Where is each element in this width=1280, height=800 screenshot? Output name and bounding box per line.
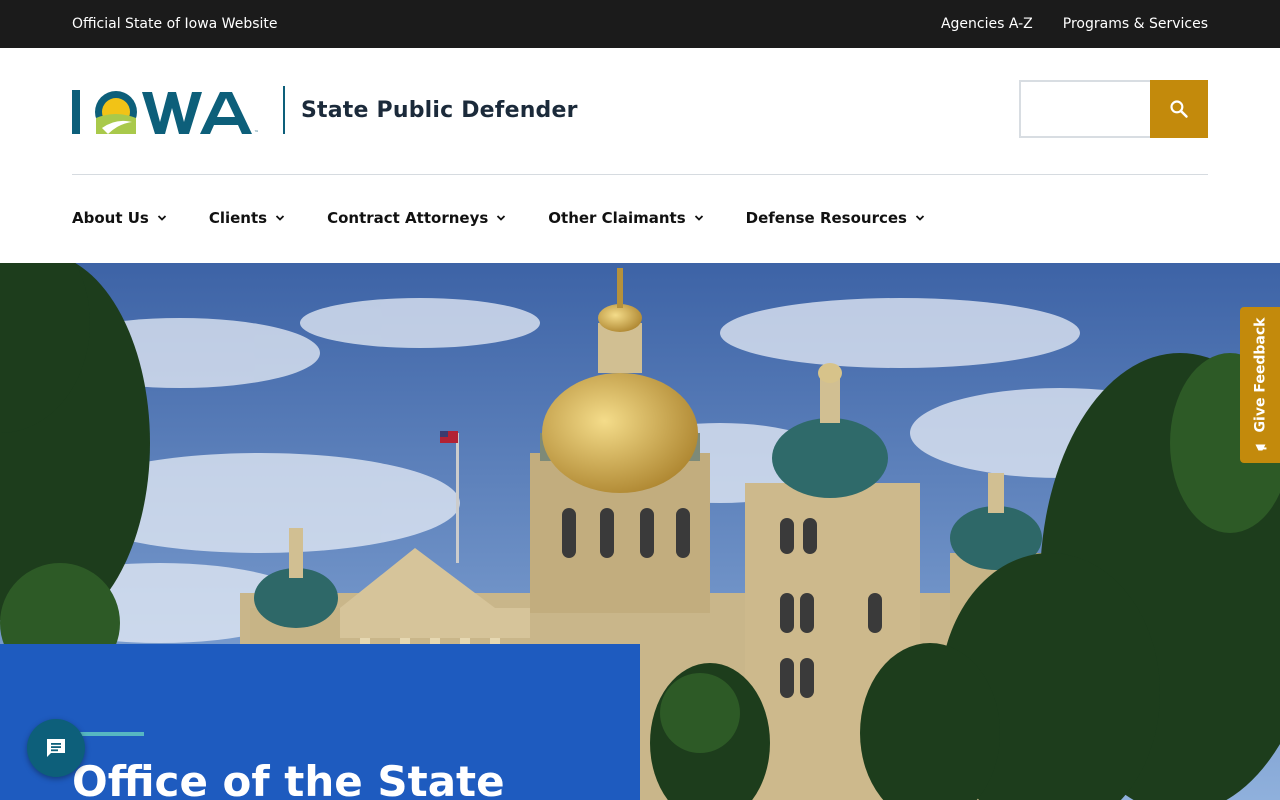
- chat-icon: [47, 739, 65, 757]
- chevron-down-icon: [275, 215, 285, 221]
- chevron-down-icon: [694, 215, 703, 221]
- give-feedback-tab[interactable]: Give Feedback: [1240, 307, 1280, 463]
- iowa-logo[interactable]: ™: [72, 88, 272, 136]
- nav-item-contract-attorneys[interactable]: Contract Attorneys: [327, 208, 506, 228]
- official-site-text: Official State of Iowa Website: [72, 16, 278, 32]
- chat-button[interactable]: [27, 719, 85, 777]
- hero-accent-line: [72, 732, 144, 736]
- search-button[interactable]: [1150, 80, 1208, 138]
- agencies-a-z-link[interactable]: Agencies A-Z: [941, 15, 1033, 33]
- header-divider: [72, 174, 1208, 175]
- feedback-text: Give Feedback: [1252, 317, 1268, 433]
- svg-text:™: ™: [254, 130, 259, 136]
- search-icon: [1170, 100, 1188, 118]
- nav-label: Defense Resources: [745, 209, 907, 227]
- utility-bar: Official State of Iowa Website Agencies …: [0, 0, 1280, 48]
- nav-label: Other Claimants: [548, 209, 686, 227]
- chevron-down-icon: [157, 215, 166, 221]
- nav-item-defense-resources[interactable]: Defense Resources: [746, 208, 925, 228]
- search-form: [1019, 80, 1208, 138]
- nav-item-other-claimants[interactable]: Other Claimants: [548, 208, 703, 228]
- nav-item-about-us[interactable]: About Us: [72, 208, 167, 228]
- nav-label: About Us: [72, 209, 149, 227]
- feedback-label: Give Feedback: [1252, 318, 1268, 453]
- chevron-down-icon: [915, 215, 925, 221]
- logo-divider: [283, 86, 285, 134]
- hero-title-card: Office of the State: [0, 644, 640, 800]
- main-nav: About Us Clients Contract Attorneys Othe…: [72, 208, 967, 228]
- chevron-down-icon: [497, 215, 506, 221]
- search-input[interactable]: [1019, 80, 1150, 138]
- nav-label: Contract Attorneys: [327, 209, 489, 227]
- utility-links: Agencies A-Z Programs & Services: [941, 15, 1208, 33]
- hero-title: Office of the State: [72, 757, 505, 800]
- site-header: ™ State Public Defender About Us Clients…: [0, 48, 1280, 263]
- site-name[interactable]: State Public Defender: [301, 97, 578, 125]
- nav-label: Clients: [208, 209, 268, 227]
- megaphone-icon: [1255, 444, 1266, 451]
- nav-item-clients[interactable]: Clients: [209, 208, 285, 228]
- hero-banner: Give Feedback Office of the State: [0, 263, 1280, 800]
- programs-services-link[interactable]: Programs & Services: [1063, 15, 1208, 33]
